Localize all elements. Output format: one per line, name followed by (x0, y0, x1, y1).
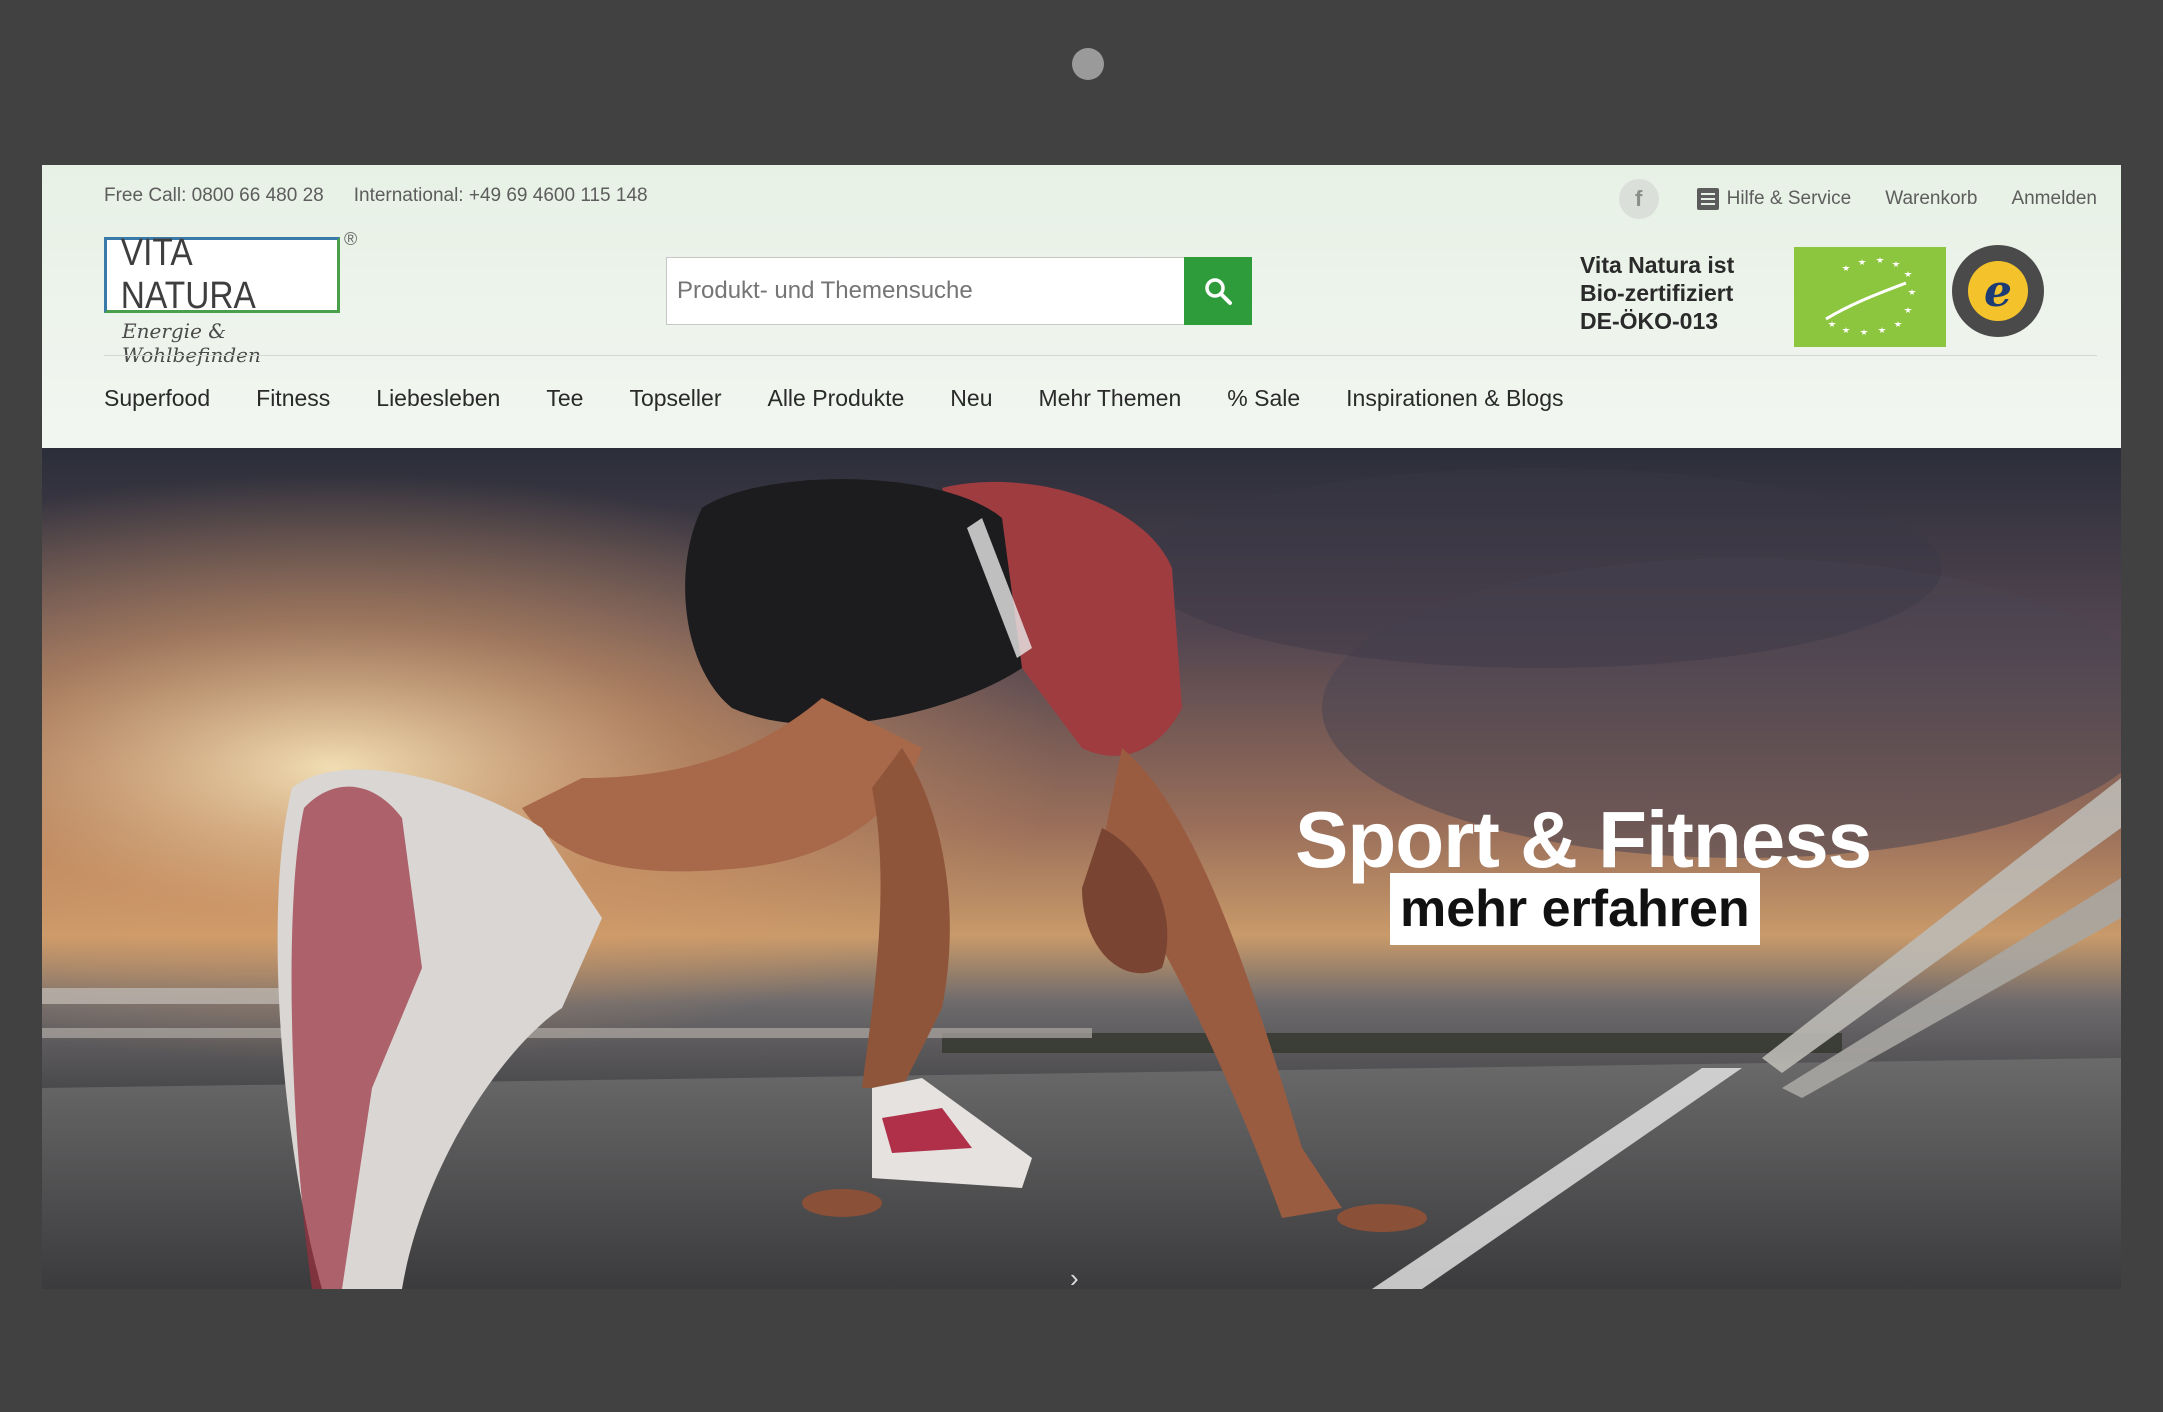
help-service-link[interactable]: Hilfe & Service (1696, 188, 1852, 210)
browser-screen: Free Call: 0800 66 480 28 International:… (42, 165, 2121, 1289)
nav-item-inspirationen-blogs[interactable]: Inspirationen & Blogs (1346, 385, 1563, 412)
facebook-icon[interactable]: f (1618, 179, 1659, 219)
international-phone-text: International: +49 69 4600 115 148 (353, 185, 648, 206)
bio-line-1: Vita Natura ist (1580, 252, 1735, 278)
bio-line-3: DE-ÖKO-013 (1580, 308, 1719, 334)
nav-item-mehr-themen[interactable]: Mehr Themen (1039, 385, 1182, 412)
nav-item-neu[interactable]: Neu (950, 385, 992, 412)
logo-tagline: Energie & Wohlbefinden (122, 319, 261, 367)
bio-certification: Vita Natura ist Bio-zertifiziert DE-ÖKO-… (1580, 247, 1952, 347)
cart-link[interactable]: Warenkorb (1885, 188, 1977, 210)
main-navigation: Superfood Fitness Liebesleben Tee Topsel… (104, 385, 1610, 412)
registered-mark: ® (344, 229, 358, 249)
nav-item-tee[interactable]: Tee (546, 385, 583, 412)
nav-item-alle-produkte[interactable]: Alle Produkte (767, 385, 904, 412)
search-button[interactable] (1184, 257, 1252, 325)
top-bar: Free Call: 0800 66 480 28 International:… (104, 179, 2097, 219)
search-input[interactable] (666, 257, 1184, 325)
bio-text: Vita Natura ist Bio-zertifiziert DE-ÖKO-… (1580, 247, 1734, 347)
search-icon (1205, 278, 1232, 305)
site-header: Free Call: 0800 66 480 28 International:… (42, 165, 2121, 448)
vita-natura-logo[interactable]: VITA NATURA ® Energie & Wohlbefinden (104, 229, 364, 367)
login-link[interactable]: Anmelden (2011, 188, 2097, 210)
slider-next-arrow-icon[interactable]: › (1070, 1263, 1079, 1289)
trusted-shops-badge[interactable]: e (1952, 245, 2044, 337)
nav-item-topseller[interactable]: Topseller (629, 385, 721, 412)
eu-organic-leaf-logo (1794, 247, 1946, 347)
camera-icon (1072, 48, 1104, 80)
bio-line-2: Bio-zertifiziert (1580, 280, 1734, 306)
trusted-shops-e-icon: e (1968, 261, 2028, 321)
search-bar (666, 257, 1252, 325)
free-call-text: Free Call: 0800 66 480 28 (104, 185, 324, 206)
nav-item-superfood[interactable]: Superfood (104, 385, 210, 412)
logo-text: VITA NATURA (120, 232, 256, 317)
nav-item-liebesleben[interactable]: Liebesleben (376, 385, 500, 412)
nav-item-sale[interactable]: % Sale (1227, 385, 1300, 412)
tablet-frame: Free Call: 0800 66 480 28 International:… (0, 0, 2163, 1412)
nav-item-fitness[interactable]: Fitness (256, 385, 330, 412)
hero-banner[interactable]: Sport & Fitness mehr erfahren › (42, 448, 2121, 1289)
logo-box: VITA NATURA (104, 232, 340, 317)
hero-cta-button[interactable]: mehr erfahren (1390, 873, 1760, 945)
help-service-label: Hilfe & Service (1726, 188, 1852, 209)
header-divider (104, 355, 2097, 356)
document-icon (1696, 188, 1719, 210)
